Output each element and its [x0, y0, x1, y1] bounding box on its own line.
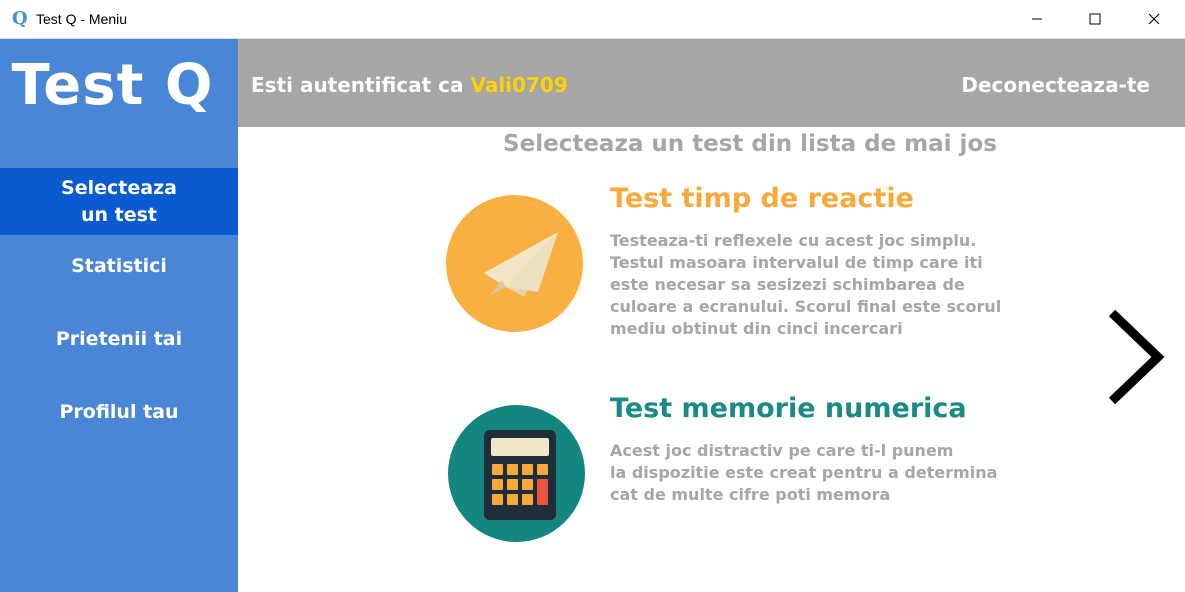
description-line: mediu obtinut din cinci incercari	[610, 319, 903, 338]
sidebar-item-friends[interactable]: Prietenii tai	[0, 326, 238, 353]
description-line: culoare a ecranului. Scorul final este s…	[610, 297, 1002, 316]
test-description: Acest joc distractiv pe care ti-l punem …	[610, 440, 997, 506]
description-line: Testul masoara intervalul de timp care i…	[610, 253, 983, 272]
app-logo: Test Q	[11, 53, 214, 118]
description-line: la dispozitie este creat pentru a determ…	[610, 463, 998, 482]
window-title: Test Q - Meniu	[36, 11, 128, 27]
paper-plane-icon	[484, 232, 558, 297]
memory-test-icon-circle[interactable]	[448, 405, 585, 542]
sidebar-item-label: Selecteaza	[61, 177, 177, 199]
close-button[interactable]	[1125, 0, 1183, 38]
title-bar: Q Test Q - Meniu	[0, 0, 1185, 39]
description-line: cat de multe cifre poti memora	[610, 485, 891, 504]
calculator-icon	[484, 430, 556, 520]
chevron-right-icon	[1108, 309, 1165, 405]
maximize-icon	[1089, 13, 1101, 25]
description-line: Testeaza-ti reflexele cu acest joc simpl…	[610, 231, 977, 250]
description-line: este necesar sa sesizezi schimbarea de	[610, 275, 965, 294]
header-bar: Esti autentificat ca Vali0709 Deconectea…	[238, 39, 1185, 127]
sidebar-item-profile[interactable]: Profilul tau	[0, 399, 238, 426]
auth-prefix: Esti autentificat ca	[251, 73, 464, 97]
test-description: Testeaza-ti reflexele cu acest joc simpl…	[610, 230, 1001, 340]
sidebar-item-select-test[interactable]: Selecteaza un test	[0, 168, 238, 235]
sidebar-item-label: Statistici	[71, 255, 167, 277]
sidebar-item-label: un test	[80, 204, 158, 226]
description-line: Acest joc distractiv pe care ti-l punem	[610, 441, 954, 460]
sidebar-item-label: Profilul tau	[59, 401, 179, 423]
minimize-button[interactable]	[1008, 0, 1066, 38]
app-icon: Q	[12, 8, 28, 29]
auth-status: Esti autentificat ca Vali0709	[251, 73, 568, 97]
logout-link[interactable]: Deconecteaza-te	[961, 73, 1150, 97]
reaction-test-icon-circle[interactable]	[446, 195, 583, 332]
test-title[interactable]: Test timp de reactie	[610, 183, 914, 214]
minimize-icon	[1032, 18, 1042, 20]
sidebar: Test Q Selecteaza un test Statistici Pri…	[0, 39, 238, 592]
next-page-button[interactable]	[1100, 305, 1170, 410]
close-icon	[1148, 13, 1160, 25]
test-title[interactable]: Test memorie numerica	[610, 393, 967, 424]
sidebar-item-statistics[interactable]: Statistici	[0, 253, 238, 280]
page-subtitle: Selecteaza un test din lista de mai jos	[503, 131, 997, 157]
maximize-button[interactable]	[1066, 0, 1124, 38]
username: Vali0709	[470, 73, 568, 97]
sidebar-item-label: Prietenii tai	[55, 328, 183, 350]
